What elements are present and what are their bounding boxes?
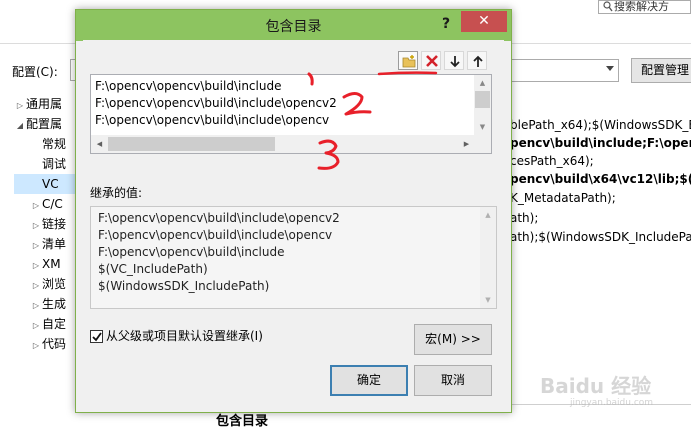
property-value-line[interactable]: K_MetadataPath);	[510, 188, 691, 208]
tree-item-label: 链接	[42, 217, 67, 231]
tree-item-label: 调试	[42, 157, 67, 171]
expand-arrow-icon[interactable]: ▷	[30, 236, 42, 254]
property-value-line[interactable]: blePath_x64);$(WindowsSDK_Exe	[510, 115, 691, 135]
property-value-line[interactable]: ath);	[510, 208, 691, 228]
tree-item-label: 通用属	[26, 97, 63, 111]
tree-item-debugging[interactable]: 调试	[14, 154, 76, 174]
annotation-number-2	[342, 92, 372, 116]
property-value-line[interactable]: pencv\build\x64\vc12\lib;$(Lib	[510, 169, 691, 189]
tree-item-general-props[interactable]: ▷ 通用属	[14, 94, 76, 114]
tree-item-build-events[interactable]: ▷ 生成	[14, 294, 76, 314]
tree-item-label: 浏览	[42, 277, 67, 291]
property-value-line[interactable]: pencv\build\include;F:\opencv	[510, 133, 691, 153]
property-value-line[interactable]: ath);$(WindowsSDK_IncludePat	[510, 227, 691, 247]
tree-item-label: 常规	[42, 137, 67, 151]
expand-arrow-icon[interactable]: ▷	[30, 196, 42, 214]
expand-arrow-icon[interactable]: ▷	[14, 96, 26, 114]
tree-item-label: XM	[42, 257, 61, 271]
watermark-logo: Baidu 经验	[540, 374, 652, 398]
tree-item-custom-build[interactable]: ▷ 自定	[14, 314, 76, 334]
tree-item-label: 生成	[42, 297, 67, 311]
tree-item-general[interactable]: 常规	[14, 134, 76, 154]
tree-item-manifest[interactable]: ▷ 清单	[14, 234, 76, 254]
expand-arrow-icon[interactable]: ▷	[30, 276, 42, 294]
annotation-number-1	[307, 72, 314, 86]
expand-arrow-icon[interactable]: ▷	[30, 296, 42, 314]
tree-item-label: 自定	[42, 317, 67, 331]
expand-arrow-icon[interactable]: ▷	[30, 216, 42, 234]
platform-combobox[interactable]	[511, 59, 619, 82]
property-value-line[interactable]: cesPath_x64);	[510, 151, 691, 171]
config-manager-button[interactable]: 配置管理	[631, 58, 691, 83]
tree-item-config-props[interactable]: ◢ 配置属	[14, 114, 76, 134]
tree-item-cpp[interactable]: ▷ C/C	[14, 194, 76, 214]
tree-item-browse[interactable]: ▷ 浏览	[14, 274, 76, 294]
expand-arrow-icon[interactable]: ▷	[30, 316, 42, 334]
red-annotations	[307, 71, 438, 170]
tree-item-label: 配置属	[26, 117, 63, 131]
search-icon	[603, 1, 613, 12]
expand-arrow-icon[interactable]: ▷	[30, 256, 42, 274]
annotation-number-3	[317, 139, 340, 170]
tree-item-linker[interactable]: ▷ 链接	[14, 214, 76, 234]
tree-item-label: 清单	[42, 237, 67, 251]
tree-item-label: C/C	[42, 197, 63, 211]
include-directories-dialog: 包含目录 ? ✕ F:\opencv\opencv\build\include …	[75, 9, 512, 413]
watermark-url: jingyan.baidu.com	[570, 398, 654, 408]
tree-item-xml[interactable]: ▷ XM	[14, 254, 76, 274]
annotation-underline	[377, 71, 438, 76]
collapse-arrow-icon[interactable]: ◢	[14, 116, 26, 134]
config-label: 配置(C):	[12, 65, 58, 79]
tree-item-label: VC	[42, 177, 59, 191]
tree-item-label: 代码	[42, 337, 67, 351]
expand-arrow-icon[interactable]: ▷	[30, 336, 42, 354]
tree-item-vc-directories[interactable]: VC	[14, 174, 76, 194]
chevron-down-icon	[606, 66, 614, 71]
tree-item-code-analysis[interactable]: ▷ 代码	[14, 334, 76, 354]
search-input-text: 搜索解决方	[614, 0, 669, 13]
